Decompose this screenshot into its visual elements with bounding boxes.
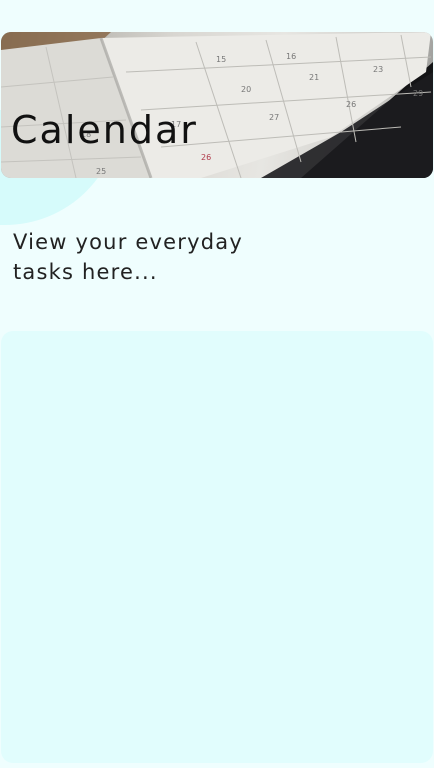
calendar-page: 15 16 20 21 23 17 27 26 29 18 25 26 x Ca… — [0, 0, 434, 768]
svg-text:23: 23 — [373, 65, 383, 74]
svg-text:20: 20 — [241, 85, 251, 94]
intro-text: View your everyday tasks here... — [13, 230, 243, 284]
svg-text:26: 26 — [346, 100, 356, 109]
calendar-photo: 15 16 20 21 23 17 27 26 29 18 25 26 x — [1, 32, 433, 178]
tasks-panel — [1, 331, 433, 763]
header-banner: 15 16 20 21 23 17 27 26 29 18 25 26 x Ca… — [1, 32, 433, 178]
svg-text:16: 16 — [286, 52, 296, 61]
page-title: Calendar — [11, 108, 198, 152]
svg-text:15: 15 — [216, 55, 226, 64]
svg-text:26: 26 — [201, 153, 211, 162]
svg-text:25: 25 — [96, 167, 106, 176]
svg-text:29: 29 — [413, 89, 423, 98]
svg-text:21: 21 — [309, 73, 319, 82]
